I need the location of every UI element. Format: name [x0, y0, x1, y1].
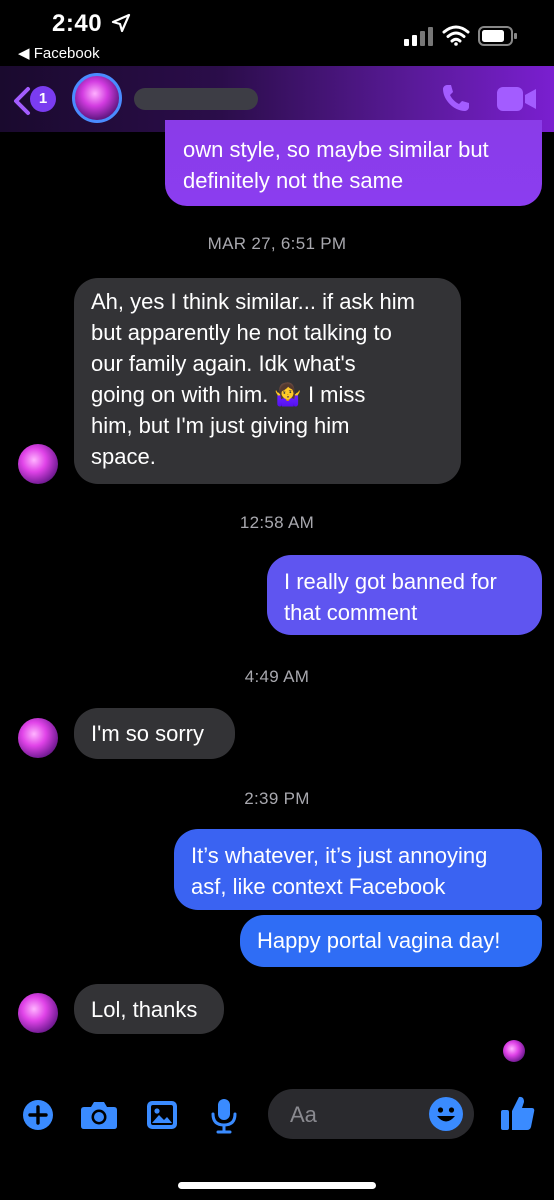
message-line: Happy portal vagina day! [257, 928, 501, 953]
location-arrow-icon [111, 13, 131, 33]
message-line: but apparently he not talking to [91, 320, 392, 345]
message-bubble-outgoing[interactable]: Happy portal vagina day! [240, 915, 542, 967]
message-line: asf, like context Facebook [191, 874, 446, 899]
read-receipt-avatar [503, 1040, 525, 1062]
phone-icon[interactable] [440, 82, 472, 114]
message-line: space. [91, 444, 156, 469]
contact-avatar-small[interactable] [18, 993, 58, 1033]
message-line: definitely not the same [183, 168, 404, 193]
cellular-signal-icon [404, 27, 433, 46]
camera-icon[interactable] [80, 1100, 118, 1130]
timestamp: 12:58 AM [239, 513, 315, 532]
contact-avatar-small[interactable] [18, 718, 58, 758]
battery-icon [478, 26, 517, 46]
unread-count-badge: 1 [30, 86, 56, 112]
timestamp: MAR 27, 6:51 PM [207, 234, 347, 253]
message-line: It’s whatever, it’s just annoying [191, 843, 488, 868]
video-camera-icon[interactable] [496, 85, 538, 113]
message-line: I'm so sorry [91, 721, 204, 746]
wifi-icon [442, 25, 470, 46]
message-bubble-incoming[interactable]: I'm so sorry [74, 708, 235, 759]
message-line: I really got banned for [284, 569, 497, 594]
message-line: that comment [284, 600, 418, 625]
message-bubble-outgoing[interactable]: own style, so maybe similar but definite… [165, 120, 542, 206]
message-line: going on with him. 🤷‍♀️ I miss [91, 382, 366, 407]
plus-icon[interactable] [22, 1099, 54, 1131]
message-bubble-incoming[interactable]: Ah, yes I think similar... if ask him bu… [74, 278, 461, 484]
photo-icon[interactable] [146, 1100, 178, 1130]
timestamp: 4:49 AM [244, 667, 310, 686]
message-input[interactable] [288, 1089, 432, 1141]
back-to-app-link[interactable]: ◀ Facebook [18, 44, 100, 62]
status-time: 2:40 [52, 10, 103, 37]
message-line: Ah, yes I think similar... if ask him [91, 289, 415, 314]
thumbs-up-icon[interactable] [500, 1094, 536, 1132]
contact-avatar[interactable] [72, 73, 122, 123]
timestamp: 2:39 PM [244, 789, 310, 808]
message-bubble-outgoing[interactable]: It’s whatever, it’s just annoying asf, l… [174, 829, 542, 910]
status-bar: 2:40 ◀ Facebook [0, 0, 554, 66]
message-line: him, but I'm just giving him [91, 413, 350, 438]
message-line: our family again. Idk what's [91, 351, 356, 376]
message-line: Lol, thanks [91, 997, 198, 1022]
message-bubble-outgoing[interactable]: I really got banned for that comment [267, 555, 542, 635]
contact-name-redacted[interactable] [134, 88, 258, 110]
contact-avatar-small[interactable] [18, 444, 58, 484]
message-composer[interactable] [268, 1089, 474, 1141]
emoji-icon[interactable] [428, 1096, 464, 1132]
microphone-icon[interactable] [210, 1098, 238, 1134]
message-line: own style, so maybe similar but [183, 137, 489, 162]
home-indicator[interactable] [178, 1182, 376, 1189]
message-bubble-incoming[interactable]: Lol, thanks [74, 984, 224, 1034]
